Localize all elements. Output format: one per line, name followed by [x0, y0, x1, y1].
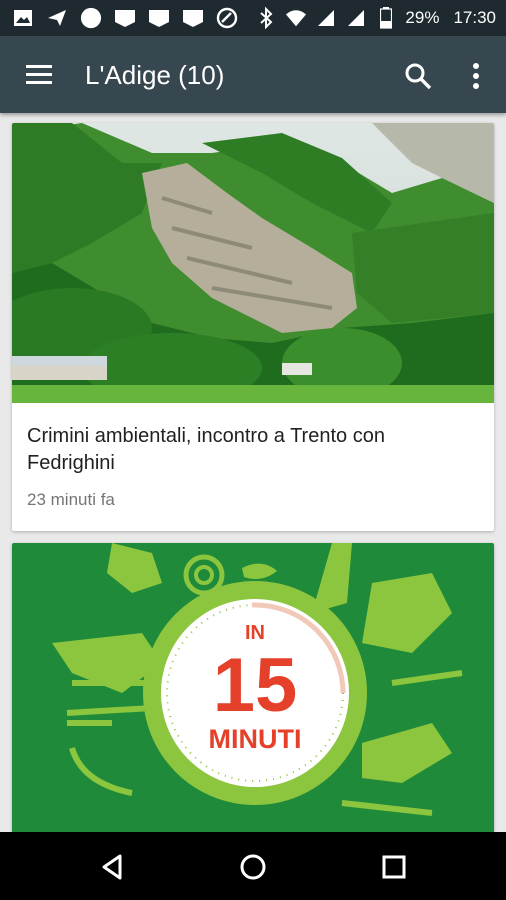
status-right-icons: 29% 17:30 [255, 6, 496, 30]
navigation-icon [46, 7, 68, 29]
article-photo [12, 123, 494, 403]
article-card[interactable]: Crimini ambientali, incontro a Trento co… [12, 123, 494, 531]
article-title[interactable]: Crimini ambientali, incontro a Trento co… [27, 423, 477, 477]
app-bar: L'Adige (10) [0, 36, 506, 113]
status-left-icons [12, 6, 238, 30]
app-title: L'Adige (10) [85, 60, 225, 90]
image-icon [12, 7, 34, 29]
bluetooth-icon [255, 7, 277, 29]
home-icon[interactable] [236, 850, 270, 884]
search-icon[interactable] [402, 60, 434, 92]
navigation-bar [0, 832, 506, 900]
notification-icon [182, 7, 204, 29]
article-timestamp: 23 minuti fa [27, 490, 115, 509]
status-bar: 29% 17:30 [0, 0, 506, 36]
battery-percent: 29% [405, 8, 440, 27]
article-illustration: IN 15 MINUTI [12, 543, 494, 832]
more-vert-icon[interactable] [464, 60, 488, 92]
article-feed[interactable]: Crimini ambientali, incontro a Trento co… [0, 113, 506, 832]
circle-icon [80, 7, 102, 29]
signal-icon [345, 7, 367, 29]
signal-icon [315, 7, 337, 29]
illustration-minuti-text: MINUTI [209, 724, 302, 754]
notification-icon [114, 7, 136, 29]
status-time: 17:30 [453, 8, 496, 27]
recents-icon[interactable] [377, 850, 411, 884]
article-card[interactable]: IN 15 MINUTI [12, 543, 494, 832]
illustration-number-text: 15 [213, 643, 298, 728]
wifi-icon [285, 7, 307, 29]
illustration-in-text: IN [245, 622, 265, 644]
back-icon[interactable] [96, 850, 130, 884]
data-saver-icon [216, 7, 238, 29]
hamburger-menu-icon[interactable] [24, 60, 54, 90]
notification-icon [148, 7, 170, 29]
battery-icon [375, 7, 397, 29]
